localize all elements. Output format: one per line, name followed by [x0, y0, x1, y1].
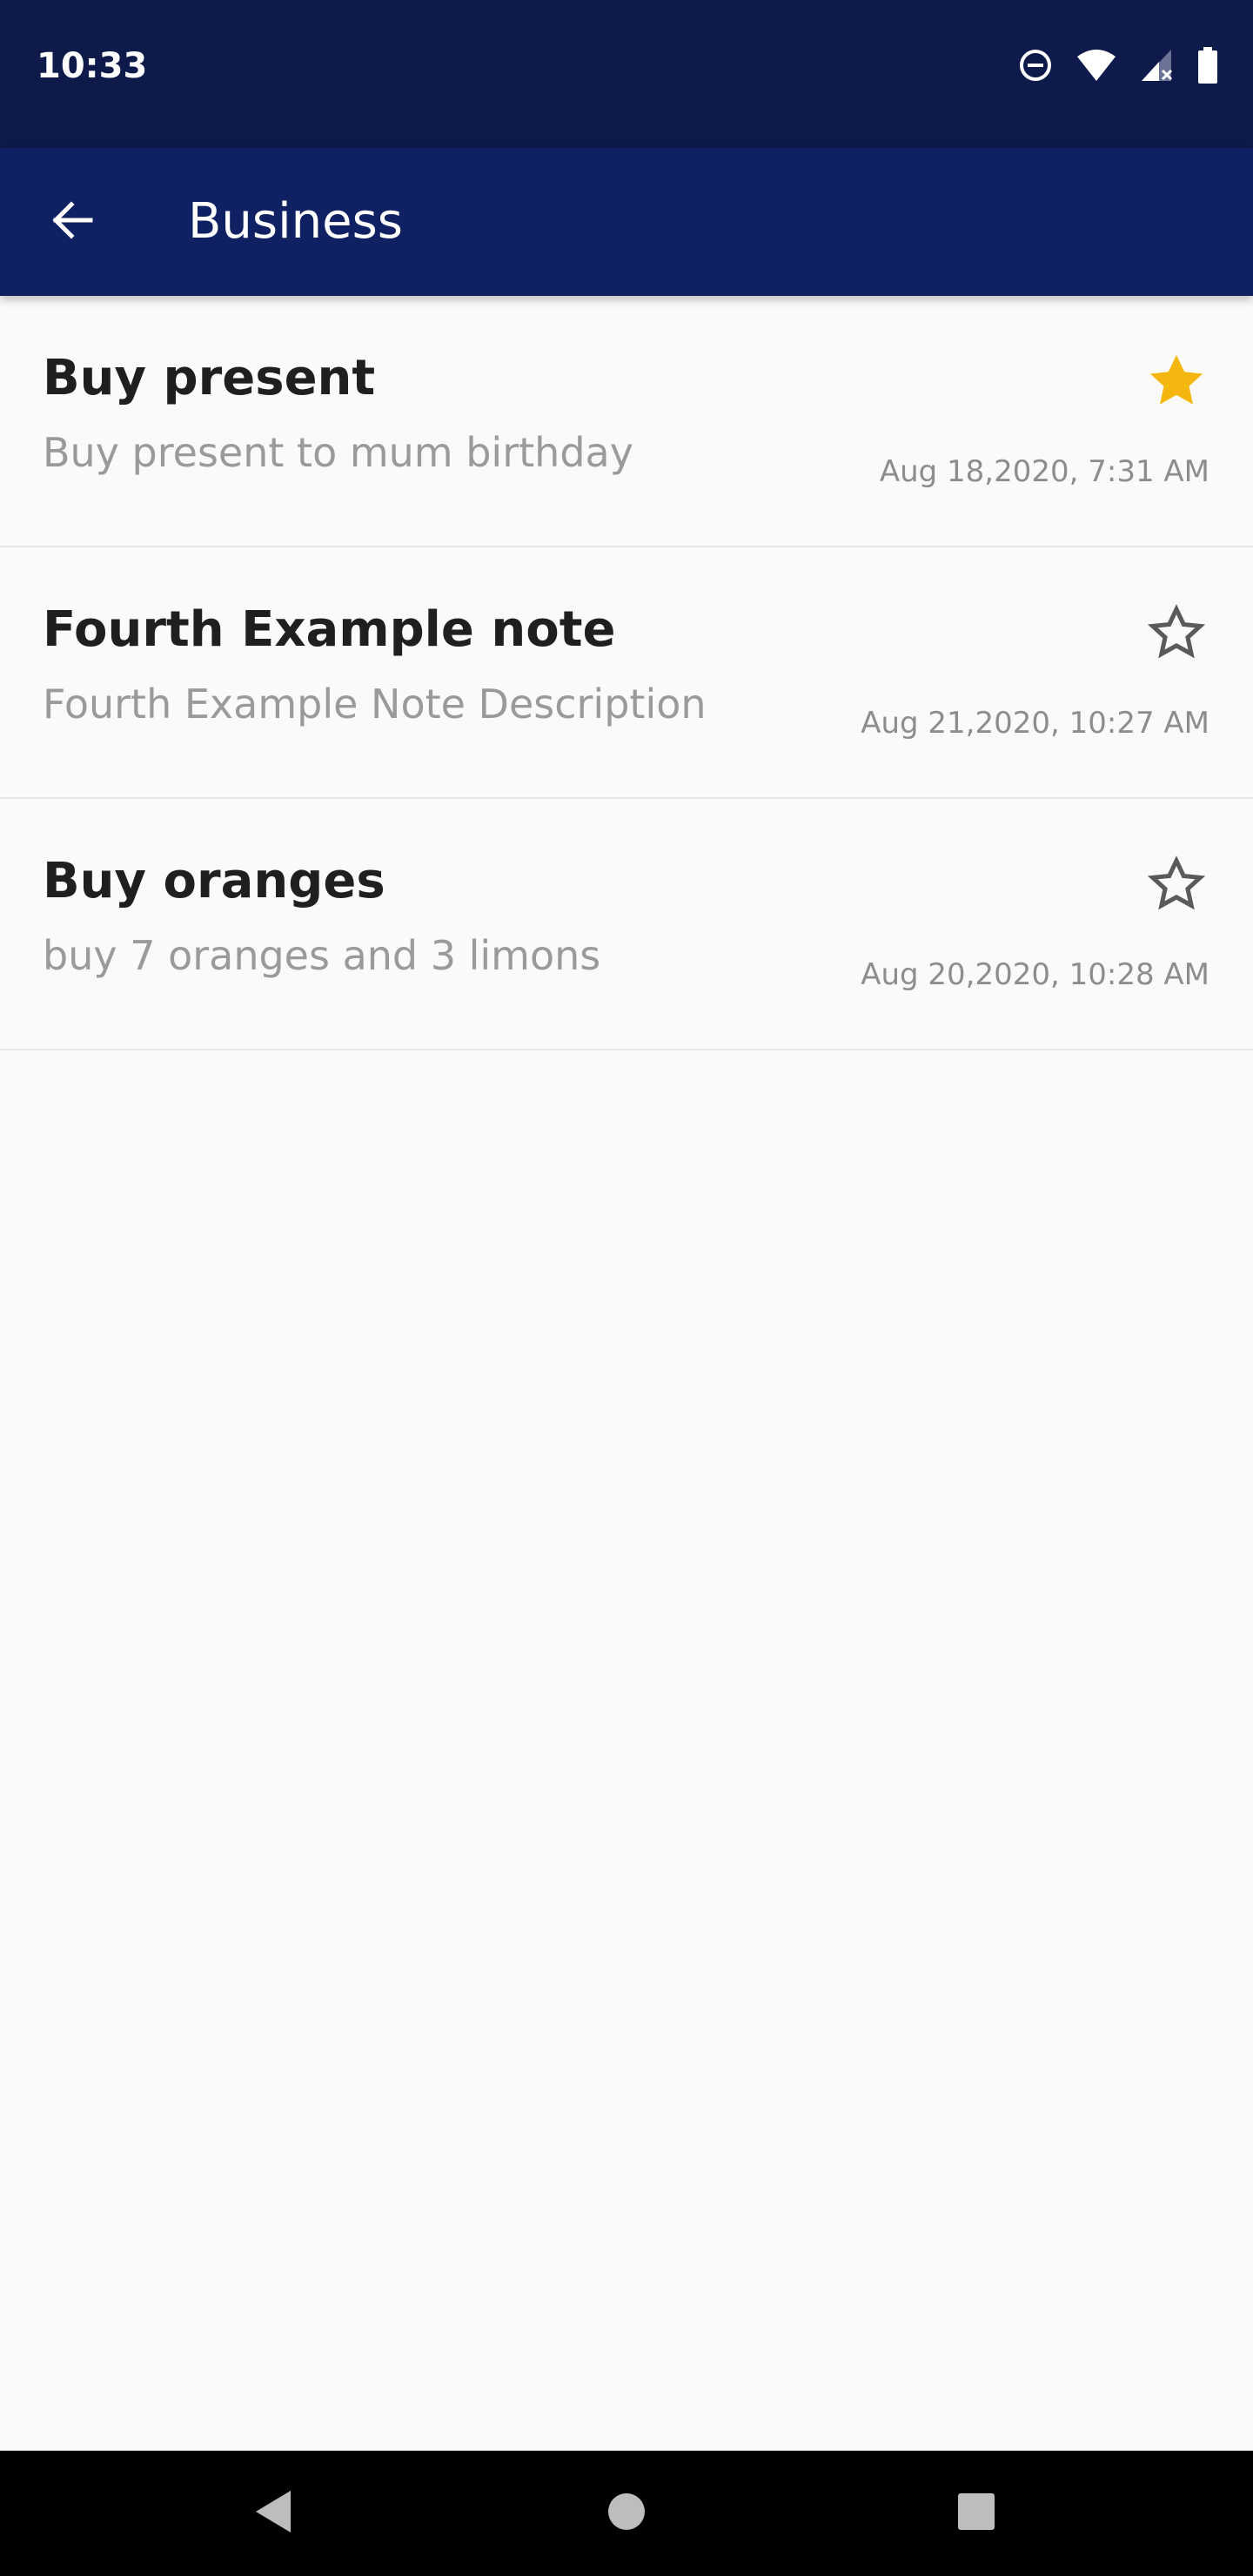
nav-home-button[interactable] — [600, 2487, 653, 2539]
note-title: Fourth Example note — [43, 601, 616, 658]
battery-icon — [1197, 47, 1218, 84]
star-outline-icon — [1143, 851, 1209, 921]
note-item[interactable]: Fourth Example note Fourth Example Note … — [0, 547, 1253, 799]
favorite-toggle[interactable] — [1142, 348, 1211, 418]
status-time: 10:33 — [37, 46, 148, 86]
home-circle-icon — [606, 2492, 647, 2535]
nav-recents-button[interactable] — [950, 2487, 1002, 2539]
do-not-disturb-icon — [1018, 48, 1053, 83]
note-description: buy 7 oranges and 3 limons — [43, 932, 601, 979]
note-description: Fourth Example Note Description — [43, 681, 707, 728]
notes-list: Buy present Buy present to mum birthday … — [0, 296, 1253, 1050]
wifi-icon — [1075, 48, 1117, 83]
favorite-toggle[interactable] — [1142, 851, 1211, 921]
note-date: Aug 18,2020, 7:31 AM — [879, 454, 1209, 489]
status-bar: 10:33 — [0, 0, 1253, 148]
note-date: Aug 20,2020, 10:28 AM — [861, 957, 1209, 992]
status-icons — [1018, 44, 1218, 87]
arrow-back-icon — [49, 198, 94, 246]
back-button[interactable] — [38, 189, 104, 255]
nav-back-button[interactable] — [247, 2487, 299, 2539]
star-outline-icon — [1143, 600, 1209, 669]
note-item[interactable]: Buy present Buy present to mum birthday … — [0, 296, 1253, 547]
star-filled-icon — [1143, 348, 1209, 418]
note-title: Buy oranges — [43, 853, 385, 909]
recents-square-icon — [956, 2492, 996, 2535]
favorite-toggle[interactable] — [1142, 600, 1211, 669]
page-title: Business — [188, 193, 403, 250]
back-triangle-icon — [252, 2489, 294, 2538]
signal-icon — [1140, 48, 1175, 83]
note-item[interactable]: Buy oranges buy 7 oranges and 3 limons A… — [0, 799, 1253, 1050]
note-date: Aug 21,2020, 10:27 AM — [861, 706, 1209, 741]
app-bar: Business — [0, 148, 1253, 296]
note-title: Buy present — [43, 350, 376, 406]
note-description: Buy present to mum birthday — [43, 429, 633, 476]
system-nav-bar — [0, 2451, 1253, 2576]
